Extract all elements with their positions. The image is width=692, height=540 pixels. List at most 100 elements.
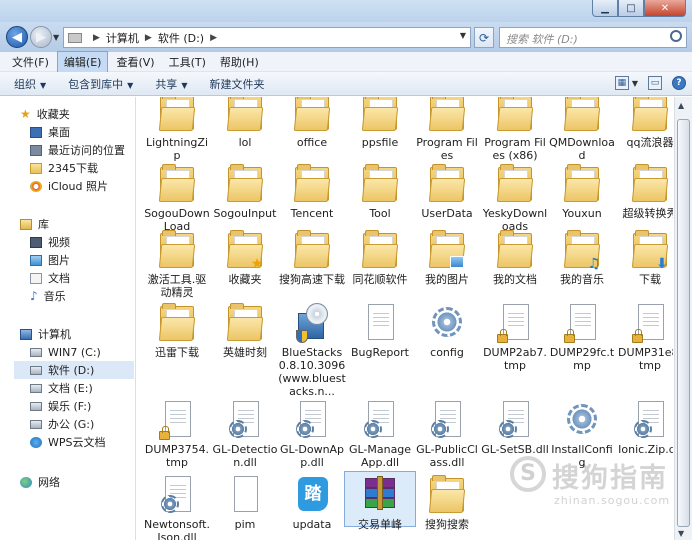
file-item[interactable]: GL-PublicClass.dll [413, 400, 481, 469]
file-item[interactable]: 我的图片 [413, 230, 481, 286]
file-item[interactable]: Newtonsoft.Json.dll [143, 475, 211, 540]
file-item[interactable]: Program Files (x86) [481, 97, 549, 162]
menu-view[interactable]: 查看(V) [110, 52, 160, 72]
breadcrumb-computer[interactable]: 计算机 [106, 30, 139, 46]
forward-button[interactable]: ▶ [30, 26, 52, 48]
file-item[interactable]: pim [211, 475, 279, 531]
nav-item-wps-cloud[interactable]: WPS云文档 [30, 433, 106, 451]
file-item[interactable]: 踏 updata [278, 475, 346, 531]
help-icon[interactable]: ? [672, 76, 686, 90]
file-item[interactable]: qq流浪器 [616, 97, 673, 149]
menu-tools[interactable]: 工具(T) [163, 52, 212, 72]
nav-computer[interactable]: 计算机 [20, 325, 71, 343]
file-item[interactable]: ppsfile [346, 97, 414, 149]
nav-item-drive-d[interactable]: 软件 (D:) [14, 361, 134, 379]
scrollbar-thumb[interactable] [677, 119, 690, 527]
config-file-icon [564, 400, 600, 440]
breadcrumb-drive-d[interactable]: 软件 (D:) [158, 30, 204, 46]
file-item[interactable]: SogouDownLoad [143, 164, 211, 233]
file-item[interactable]: DUMP29fc.tmp [548, 303, 616, 372]
menu-edit[interactable]: 编辑(E) [56, 50, 109, 73]
file-item[interactable]: 超级转换秀 [616, 164, 673, 220]
view-options-icon[interactable]: ▦ [614, 76, 629, 90]
nav-favorites[interactable]: ★ 收藏夹 [20, 105, 70, 123]
file-item[interactable]: 迅雷下载 [143, 303, 211, 359]
menu-file[interactable]: 文件(F) [6, 52, 55, 72]
file-item[interactable]: GL-DownApp.dll [278, 400, 346, 469]
nav-item-recent-places[interactable]: 最近访问的位置 [30, 141, 125, 159]
file-item[interactable]: Ionic.Zip.dll [616, 400, 673, 456]
file-item[interactable]: Tool [346, 164, 414, 220]
maximize-button[interactable]: □ [618, 0, 644, 17]
file-item[interactable]: GL-SetSB.dll [481, 400, 549, 456]
scroll-up-icon[interactable]: ▲ [678, 101, 684, 110]
file-item[interactable]: config [413, 303, 481, 359]
nav-item-drive-c[interactable]: WIN7 (C:) [30, 343, 101, 361]
file-item[interactable]: 我的文档 [481, 230, 549, 286]
file-item[interactable]: DUMP31e8.tmp [616, 303, 673, 372]
nav-item-icloud-photos[interactable]: iCloud 照片 [30, 177, 108, 195]
file-item[interactable]: DUMP2ab7.tmp [481, 303, 549, 372]
preview-pane-icon[interactable]: ▭ [648, 76, 662, 90]
file-item[interactable]: BlueStacks0.8.10.3096(www.bluestacks.n..… [278, 303, 346, 398]
file-name: Tencent [290, 207, 334, 220]
nav-item-drive-f[interactable]: 娱乐 (F:) [30, 397, 91, 415]
file-item[interactable]: ★ 收藏夹 [211, 230, 279, 286]
organize-button[interactable]: 组织 ▼ [14, 76, 46, 92]
chevron-right-icon[interactable]: ▶ [93, 33, 100, 43]
nav-network[interactable]: 网络 [20, 473, 60, 491]
file-item[interactable]: DUMP3754.tmp [143, 400, 211, 469]
menu-help[interactable]: 帮助(H) [214, 52, 265, 72]
refresh-button[interactable]: ⟳ [474, 27, 494, 48]
nav-item-2345-downloads[interactable]: 2345下载 [30, 159, 98, 177]
minimize-button[interactable]: ▁ [592, 0, 618, 17]
chevron-right-icon[interactable]: ▶ [145, 33, 152, 43]
file-item[interactable]: Program Files [413, 97, 481, 162]
file-item[interactable]: Tencent [278, 164, 346, 220]
view-dropdown-icon[interactable]: ▼ [632, 79, 638, 88]
recent-pages-dropdown-icon[interactable]: ▼ [53, 33, 59, 42]
file-item[interactable]: UserData [413, 164, 481, 220]
file-item[interactable]: 搜狗高速下载 [278, 230, 346, 286]
nav-item-desktop[interactable]: 桌面 [30, 123, 70, 141]
file-item[interactable]: office [278, 97, 346, 149]
nav-libraries[interactable]: 库 [20, 215, 49, 233]
include-in-library-button[interactable]: 包含到库中 ▼ [68, 76, 133, 92]
file-item[interactable]: lol [211, 97, 279, 149]
nav-item-drive-g[interactable]: 办公 (G:) [30, 415, 94, 433]
file-item[interactable]: 搜狗搜索 [413, 475, 481, 531]
file-item[interactable]: BugReport [346, 303, 414, 359]
file-name: 同花顺软件 [352, 273, 408, 286]
new-folder-button[interactable]: 新建文件夹 [209, 76, 264, 92]
address-bar[interactable]: ▶ 计算机 ▶ 软件 (D:) ▶ ▼ [63, 27, 471, 48]
file-item[interactable]: ♫ 我的音乐 [548, 230, 616, 286]
nav-item-documents[interactable]: 文档 [30, 269, 70, 287]
nav-item-label: 音乐 [43, 290, 66, 303]
search-input[interactable]: 搜索 软件 (D:) [499, 27, 687, 48]
file-item[interactable]: YeskyDownloads [481, 164, 549, 233]
file-item[interactable]: ⬇ 下载 [616, 230, 673, 286]
nav-item-label: 娱乐 (F:) [48, 400, 92, 413]
file-item[interactable]: SogouInput [211, 164, 279, 220]
scroll-down-icon[interactable]: ▼ [678, 529, 684, 538]
file-item[interactable]: GL-Detection.dll [211, 400, 279, 469]
close-button[interactable]: ✕ [644, 0, 686, 17]
back-button[interactable]: ◀ [6, 26, 28, 48]
address-history-dropdown-icon[interactable]: ▼ [460, 31, 466, 40]
vertical-scrollbar[interactable]: ▲ ▼ [674, 97, 692, 540]
nav-item-drive-e[interactable]: 文档 (E:) [30, 379, 93, 397]
file-item[interactable]: InstallConfig [548, 400, 616, 469]
file-item[interactable]: GL-ManageApp.dll [346, 400, 414, 469]
file-item[interactable]: 同花顺软件 [346, 230, 414, 286]
file-item[interactable]: 英雄时刻 [211, 303, 279, 359]
chevron-right-icon[interactable]: ▶ [210, 33, 217, 43]
nav-item-videos[interactable]: 视频 [30, 233, 70, 251]
nav-item-music[interactable]: ♪ 音乐 [30, 287, 66, 305]
file-item[interactable]: 交易单峰 [344, 471, 416, 531]
share-button[interactable]: 共享 ▼ [155, 76, 187, 92]
file-item[interactable]: QMDownload [548, 97, 616, 162]
nav-item-pictures[interactable]: 图片 [30, 251, 70, 269]
file-item[interactable]: LightningZip [143, 97, 211, 162]
file-item[interactable]: 激活工具.驱动精灵 [143, 230, 211, 299]
file-item[interactable]: Youxun [548, 164, 616, 220]
